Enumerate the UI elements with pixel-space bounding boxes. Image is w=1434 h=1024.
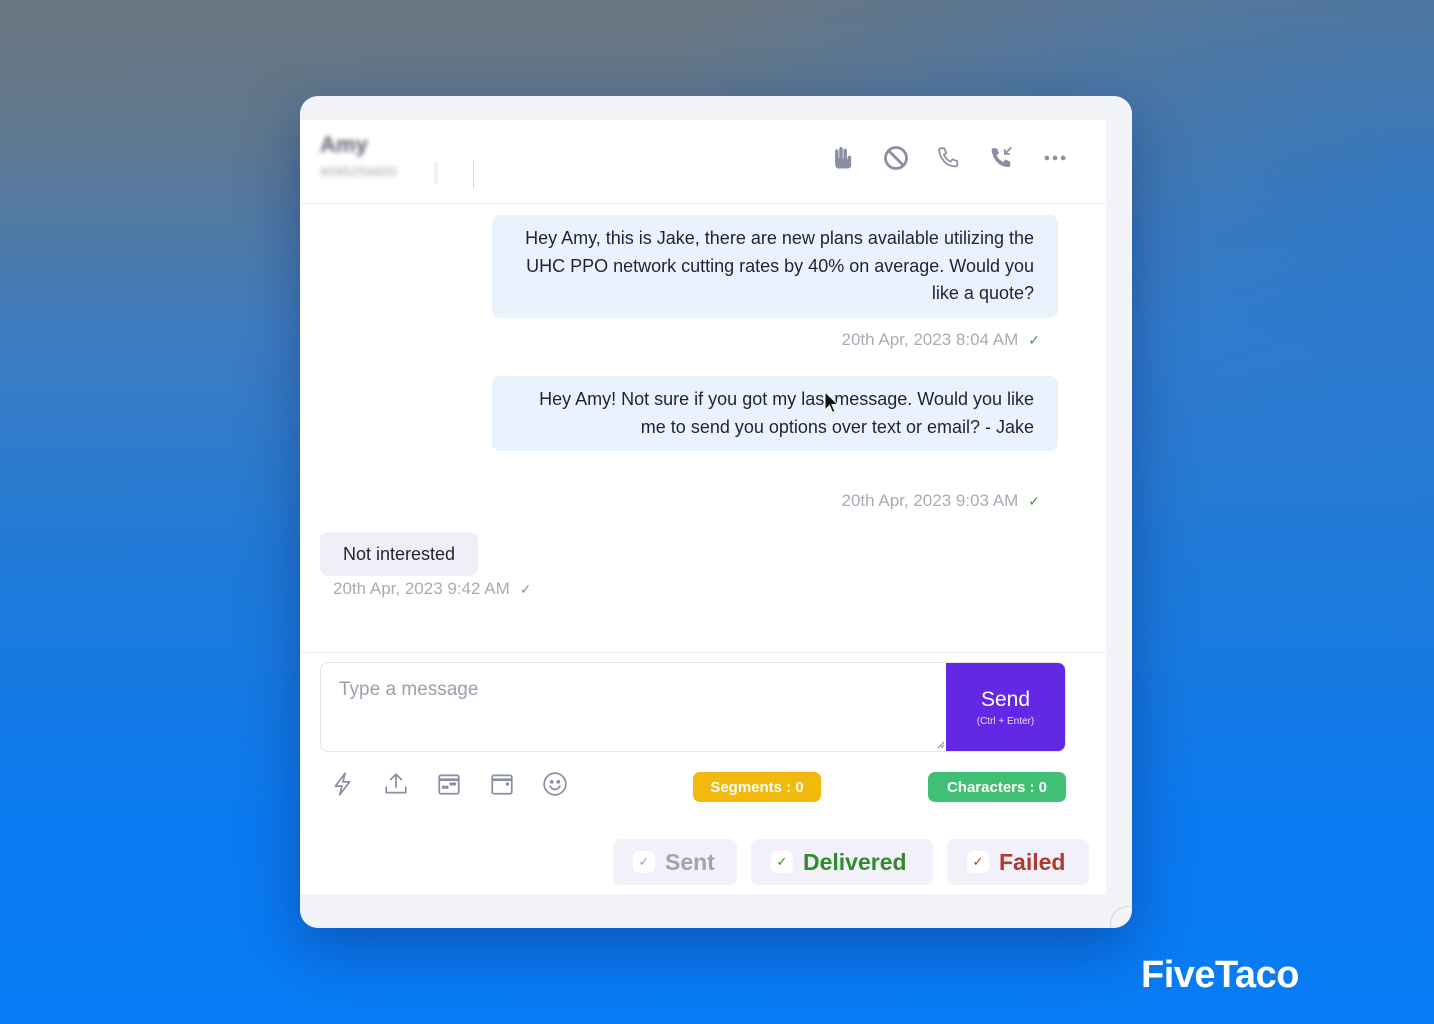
filter-label: Delivered: [803, 848, 907, 875]
brand-logo: FiveTaco: [1141, 954, 1299, 996]
conversation-panel: Amy 9095256600 Hey Amy, this is Jake, th…: [300, 120, 1106, 894]
message-timestamp: 20th Apr, 2023 9:42 AM: [333, 579, 510, 598]
segments-counter: Segments : 0: [693, 772, 821, 802]
filter-failed[interactable]: ✓ Failed: [947, 839, 1089, 885]
send-shortcut-hint: (Ctrl + Enter): [976, 715, 1035, 727]
message-input[interactable]: [321, 663, 947, 750]
contact-phone: 9095256600: [320, 164, 398, 179]
delivered-check-icon: ✓: [1028, 331, 1040, 348]
resize-grip-icon[interactable]: [935, 739, 945, 749]
delivered-check-icon: ✓: [1028, 492, 1040, 509]
more-horizontal-icon[interactable]: [1039, 142, 1070, 174]
phone-icon[interactable]: [933, 142, 964, 174]
characters-counter: Characters : 0: [928, 772, 1066, 802]
phone-incoming-icon[interactable]: [986, 142, 1017, 174]
upload-icon[interactable]: [383, 771, 409, 797]
message-bubble-incoming: Not interested: [320, 532, 479, 576]
filter-sent[interactable]: ✓ Sent: [613, 839, 737, 885]
read-check-icon: ✓: [519, 580, 532, 597]
send-button[interactable]: Send (Ctrl + Enter): [946, 663, 1065, 751]
composer-divider: [300, 652, 1106, 653]
chat-window: Amy 9095256600 Hey Amy, this is Jake, th…: [300, 96, 1132, 928]
lightning-icon[interactable]: [330, 771, 356, 797]
mouse-cursor-icon: [824, 391, 840, 414]
checkbox-icon: ✓: [771, 851, 793, 873]
checkbox-icon: ✓: [633, 851, 655, 873]
message-composer: Send (Ctrl + Enter): [320, 662, 1066, 752]
checkbox-icon: ✓: [967, 851, 989, 873]
contact-name: Amy: [320, 132, 368, 157]
block-icon[interactable]: [880, 142, 911, 174]
message-timestamp: 20th Apr, 2023 8:04 AM: [841, 330, 1019, 349]
corner-decoration: [1110, 906, 1132, 928]
filter-label: Sent: [665, 848, 715, 875]
hand-icon[interactable]: [827, 142, 858, 174]
message-list: Hey Amy, this is Jake, there are new pla…: [300, 205, 1106, 651]
filter-label: Failed: [999, 848, 1066, 875]
conversation-header: Amy 9095256600: [300, 120, 1106, 204]
message-bubble-outgoing: Hey Amy! Not sure if you got my last mes…: [492, 376, 1058, 451]
header-actions: [827, 142, 1070, 174]
calendar-icon[interactable]: [489, 771, 515, 797]
composer-toolbar: [330, 771, 568, 797]
calendar-schedule-icon[interactable]: [436, 771, 462, 797]
message-timestamp: 20th Apr, 2023 9:03 AM: [841, 491, 1019, 510]
message-meta: 20th Apr, 2023 9:03 AM ✓: [842, 491, 1040, 511]
message-meta: 20th Apr, 2023 9:42 AM ✓: [333, 579, 531, 599]
header-divider: [435, 162, 437, 184]
message-bubble-outgoing: Hey Amy, this is Jake, there are new pla…: [492, 215, 1058, 318]
filter-delivered[interactable]: ✓ Delivered: [751, 839, 933, 885]
send-label: Send: [980, 687, 1031, 711]
emoji-icon[interactable]: [542, 771, 568, 797]
message-meta: 20th Apr, 2023 8:04 AM ✓: [842, 330, 1040, 350]
header-divider: [473, 160, 474, 188]
